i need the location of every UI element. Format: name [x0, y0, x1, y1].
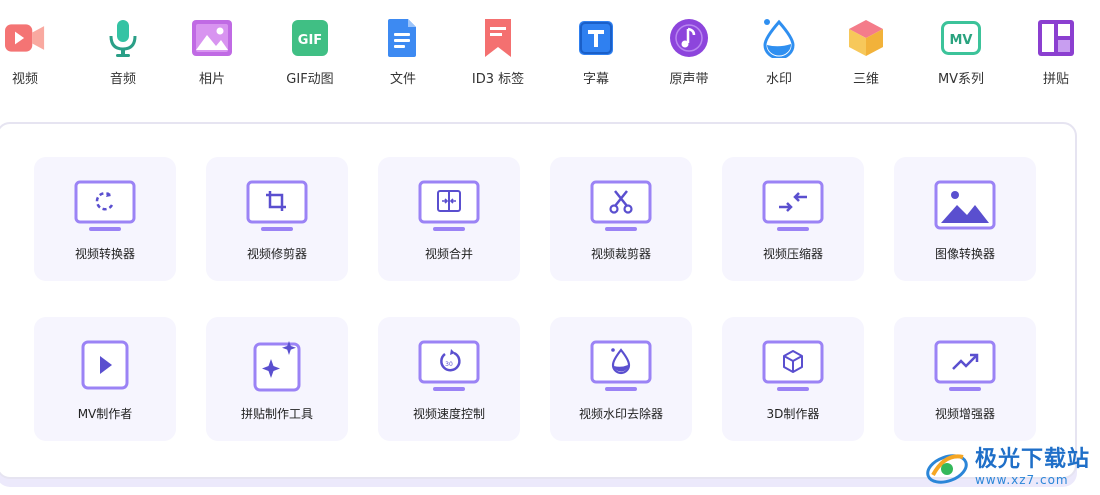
convert-icon	[74, 180, 136, 231]
tool-label: 视频修剪器	[246, 247, 307, 261]
document-icon	[383, 18, 423, 58]
nav-label: 三维	[852, 72, 879, 87]
cube-3d-icon	[762, 340, 824, 391]
tool-video-compressor[interactable]: 视频压缩器	[722, 157, 864, 281]
play-icon	[81, 340, 129, 390]
watermark-title: 极光下载站	[974, 446, 1090, 472]
tool-label: MV制作者	[77, 407, 133, 421]
watermark-remove-icon	[590, 340, 652, 391]
tool-3d-maker[interactable]: 3D制作器	[722, 317, 864, 441]
gif-icon: GIF	[290, 18, 330, 58]
nav-label: 原声带	[669, 72, 709, 87]
nav-label: MV系列	[937, 72, 985, 87]
nav-label: ID3 标签	[471, 72, 525, 87]
nav-label: 音频	[109, 72, 136, 87]
tool-label: 3D制作器	[766, 407, 820, 421]
collage-icon	[1036, 18, 1076, 58]
nav-item-gif[interactable]: GIF GIF动图	[262, 18, 358, 87]
tool-label: 图像转换器	[934, 247, 995, 261]
trim-icon	[246, 180, 308, 231]
tool-collage-maker[interactable]: 拼贴制作工具	[206, 317, 348, 441]
tool-mv-maker[interactable]: MV制作者	[34, 317, 176, 441]
speed-icon: 30	[418, 340, 480, 391]
tool-video-enhancer[interactable]: 视频增强器	[894, 317, 1036, 441]
nav-label: 水印	[765, 72, 792, 87]
nav-label: 拼贴	[1042, 72, 1069, 87]
tool-video-cropper[interactable]: 视频裁剪器	[550, 157, 692, 281]
tool-video-speed[interactable]: 30 视频速度控制	[378, 317, 520, 441]
cube-icon	[846, 18, 886, 58]
subtitle-icon	[576, 18, 616, 58]
merge-icon	[418, 180, 480, 231]
nav-item-photo[interactable]: 相片	[164, 18, 260, 87]
tool-label: 视频增强器	[934, 407, 995, 421]
nav-item-subtitle[interactable]: 字幕	[548, 18, 644, 87]
tool-label: 视频转换器	[74, 247, 135, 261]
nav-label: 相片	[198, 72, 225, 87]
tool-watermark-remover[interactable]: 视频水印去除器	[550, 317, 692, 441]
site-watermark: 极光下载站 www.xz7.com	[925, 447, 1090, 487]
tool-label: 视频合并	[424, 247, 473, 261]
aurora-logo-icon	[926, 454, 968, 484]
tool-label: 视频压缩器	[762, 247, 823, 261]
bookmark-icon	[478, 18, 518, 58]
tool-video-merge[interactable]: 视频合并	[378, 157, 520, 281]
nav-item-watermark[interactable]: 水印	[731, 18, 827, 87]
microphone-icon	[103, 18, 143, 58]
tool-label: 视频裁剪器	[590, 247, 651, 261]
video-icon	[5, 18, 45, 58]
water-drop-icon	[759, 18, 799, 58]
nav-label: 视频	[11, 72, 38, 87]
nav-label: GIF动图	[286, 72, 334, 87]
svg-text:MV: MV	[950, 33, 973, 48]
nav-item-file[interactable]: 文件	[355, 18, 451, 87]
tool-label: 视频速度控制	[412, 407, 485, 421]
sparkle-icon	[253, 341, 301, 392]
nav-item-audio[interactable]: 音频	[75, 18, 171, 87]
soundtrack-icon	[669, 18, 709, 58]
nav-item-3d[interactable]: 三维	[818, 18, 914, 87]
image-icon	[934, 180, 996, 230]
top-nav: 视频 音频 相片 GIF GIF动图 文件 ID3 标签 字幕 原声带 水印 三…	[0, 0, 1100, 100]
nav-item-video[interactable]: 视频	[0, 18, 73, 87]
nav-item-soundtrack[interactable]: 原声带	[641, 18, 737, 87]
compress-icon	[762, 180, 824, 231]
trend-icon	[934, 340, 996, 391]
mv-icon: MV	[941, 18, 981, 58]
nav-item-mv[interactable]: MV MV系列	[913, 18, 1009, 87]
tool-label: 拼贴制作工具	[240, 407, 313, 421]
nav-item-id3[interactable]: ID3 标签	[450, 18, 546, 87]
svg-text:GIF: GIF	[298, 33, 322, 48]
nav-item-collage[interactable]: 拼贴	[1008, 18, 1100, 87]
tool-video-converter[interactable]: 视频转换器	[34, 157, 176, 281]
nav-label: 字幕	[582, 72, 609, 87]
scissors-icon	[590, 180, 652, 231]
svg-text:30: 30	[445, 361, 453, 368]
tool-video-trimmer[interactable]: 视频修剪器	[206, 157, 348, 281]
photo-icon	[192, 18, 232, 58]
watermark-url: www.xz7.com	[974, 472, 1069, 487]
tool-image-converter[interactable]: 图像转换器	[894, 157, 1036, 281]
tool-label: 视频水印去除器	[578, 407, 663, 421]
nav-label: 文件	[389, 72, 416, 87]
